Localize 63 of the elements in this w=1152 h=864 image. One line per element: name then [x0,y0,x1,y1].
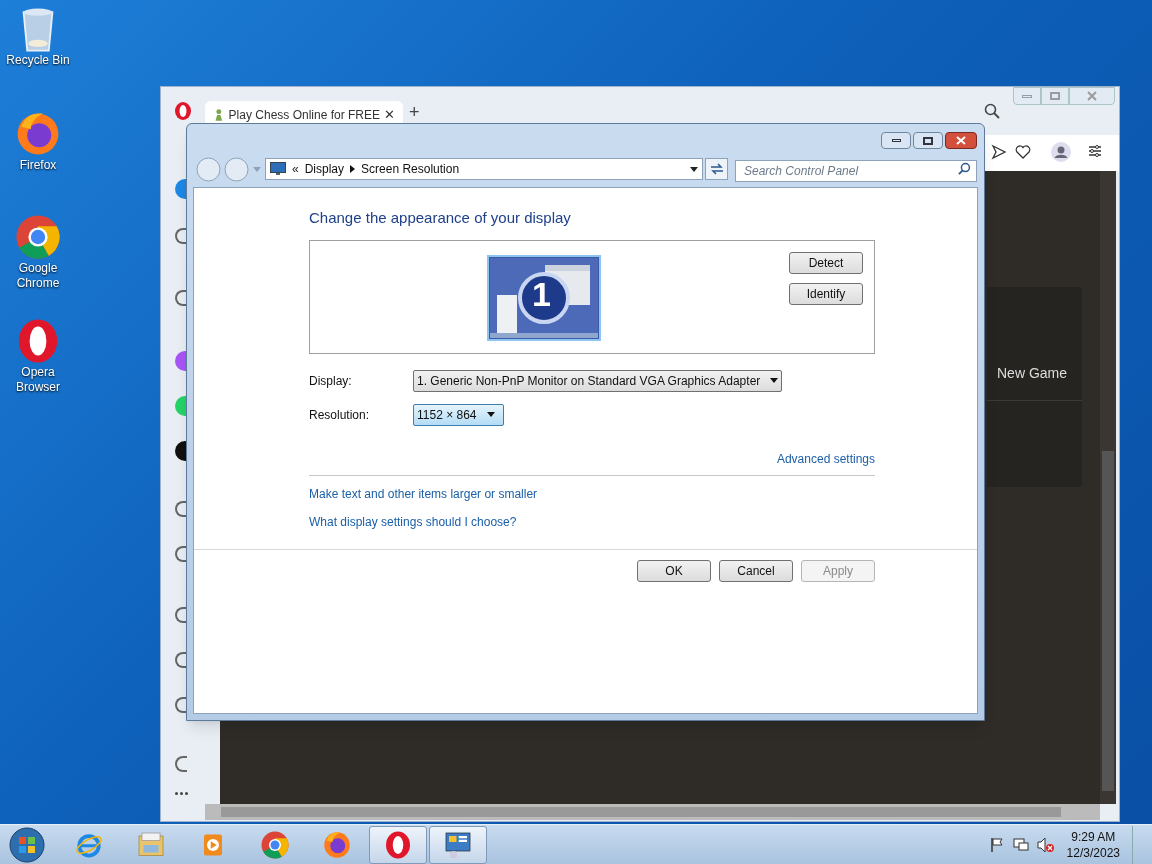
settings-icon[interactable] [1088,144,1102,158]
monitor-number: 1 [532,276,551,311]
help-link[interactable]: What display settings should I choose? [309,512,517,531]
dialog-button[interactable]: Detect [789,251,863,274]
maximize-button[interactable] [913,132,943,149]
advanced-settings-link[interactable]: Advanced settings [776,449,875,468]
firefox-app-icon [322,829,352,860]
dialog-button[interactable]: OK [637,559,711,582]
field-label: Resolution: [309,406,371,424]
dropdown[interactable]: 1152 × 864 [413,403,504,426]
more-icon[interactable] [175,792,188,795]
start-button[interactable] [9,826,45,863]
page-heading: Change the appearance of your display [309,208,572,228]
taskbar-app-button[interactable] [369,825,427,864]
tab-close-button[interactable]: ✕ [384,105,395,125]
caret-icon [486,412,495,417]
close-icon [956,136,966,145]
control-app-icon [443,829,473,860]
desktop-icon-label[interactable]: Recycle Bin [3,53,73,68]
breadcrumb-arrow-icon[interactable] [350,165,356,173]
vertical-scrollbar[interactable] [1100,171,1116,804]
flag-icon[interactable] [988,836,1005,853]
dialog-button[interactable]: Identify [789,282,863,305]
sidebar-icon[interactable] [175,441,187,461]
close-icon [1087,91,1097,101]
network-icon[interactable] [1012,836,1029,853]
refresh-button[interactable] [705,158,728,180]
send-icon[interactable] [991,144,1007,160]
desktop-icon-label[interactable]: Opera Browser [3,365,73,395]
close-button[interactable] [945,132,977,149]
new-game-link[interactable]: New Game [997,363,1068,384]
new-tab-button[interactable]: + [409,103,420,121]
minimize-button[interactable] [881,132,911,149]
field-label: Display: [309,372,353,390]
search-icon[interactable] [958,162,971,175]
horizontal-scrollbar[interactable] [205,804,1100,820]
chevron-icon: « [292,160,299,178]
breadcrumb-item[interactable]: Screen Resolution [361,160,460,178]
clock-date[interactable]: 12/3/2023 [1066,844,1120,861]
desktop-icon-label[interactable]: Google Chrome [3,261,73,291]
browser-icon[interactable] [14,213,62,261]
refresh-icon [709,163,724,175]
avatar-icon[interactable] [1051,142,1071,162]
opera-app-icon [383,829,413,860]
help-link[interactable]: Make text and other items larger or smaller [309,484,538,503]
desktop-icon-label[interactable]: Firefox [3,158,73,173]
muted-speaker-icon[interactable] [1036,836,1055,853]
breadcrumb-item[interactable]: Display [304,160,345,178]
browser-logo-icon[interactable] [173,101,193,121]
caret-icon [770,378,779,383]
chrome-app-icon [260,829,290,860]
heart-icon[interactable] [1015,144,1031,160]
tab-title: Play Chess Online for FREE [228,107,380,124]
search-icon[interactable] [984,103,1000,119]
monitor-preview-drawing[interactable] [487,254,601,341]
chess-pawn-icon [213,107,225,123]
search-field[interactable]: Search Control Panel [735,160,977,182]
clock-time[interactable]: 9:29 AM [1071,828,1116,845]
taskbar-app-button[interactable] [429,825,487,864]
monitor-icon [270,162,286,176]
dropdown[interactable]: 1. Generic Non-PnP Monitor on Standard VGA Graphics Adapter [413,369,783,392]
dialog-button[interactable]: Cancel [719,559,793,582]
address-bar[interactable]: « Display Screen Resolution [265,158,703,180]
